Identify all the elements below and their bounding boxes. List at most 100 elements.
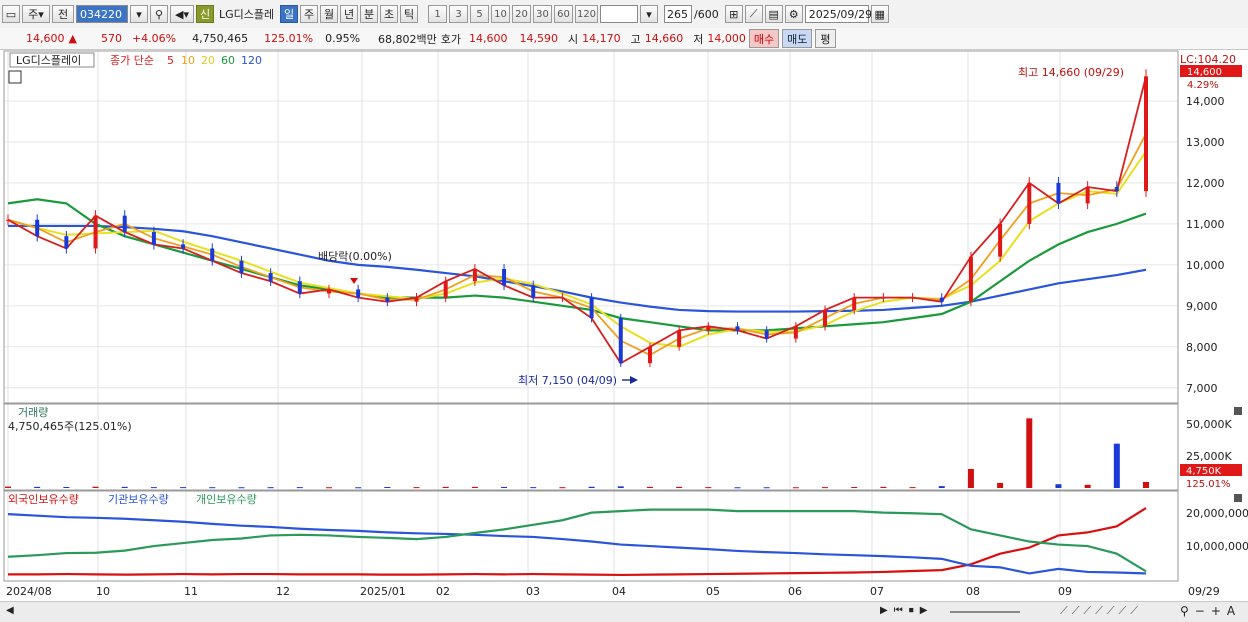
period-week-button[interactable]: 주 (300, 5, 318, 23)
open-price: 14,170 (582, 32, 621, 45)
drawing-tools-icons[interactable]: ⟋⟋⟋⟋⟋⟋⟋ (1060, 604, 1142, 618)
new-listing-badge[interactable]: 신 (196, 5, 214, 23)
minute-60-button[interactable]: 60 (554, 5, 573, 23)
candle-body (735, 326, 740, 331)
minute-1-button[interactable]: 1 (428, 5, 447, 23)
candle-body (852, 297, 857, 310)
holdings-tick-20m: 20,000,000 (1186, 507, 1248, 520)
data-count-input[interactable]: 265 (664, 5, 692, 23)
candle-body (122, 215, 127, 233)
minute-20-button[interactable]: 20 (512, 5, 531, 23)
search-icon[interactable]: ⚲ (150, 5, 168, 23)
zoom-slider[interactable] (950, 611, 1020, 613)
volume-bar (909, 487, 916, 489)
sell-button[interactable]: 매도 (782, 29, 813, 48)
code-dropdown-icon[interactable]: ▾ (130, 5, 148, 23)
candle-body (647, 346, 652, 364)
volume-bar (501, 486, 508, 488)
period-minute-button[interactable]: 분 (360, 5, 378, 23)
ask-label: 호가 (440, 32, 462, 46)
candle-body (1056, 182, 1061, 204)
x-tick-label: 12 (276, 585, 290, 598)
volume-bar (63, 486, 70, 488)
legend-stock-name: LG디스플레이 (16, 54, 81, 67)
table-icon[interactable] (8, 70, 22, 84)
gear-icon[interactable]: ⚙ (784, 5, 803, 23)
volume-bar (676, 486, 683, 488)
market-type-button[interactable]: 전 (52, 5, 74, 23)
candle-body (414, 297, 419, 302)
volume-bar (471, 486, 478, 488)
sound-icon[interactable]: ◀▾ (170, 5, 194, 23)
custom-period-input[interactable] (600, 5, 638, 23)
x-tick-label-last: 09/29 (1188, 585, 1220, 598)
window-menu-icon[interactable]: ▭ (2, 5, 20, 23)
volume-bar (209, 487, 216, 489)
scroll-left-icon[interactable]: ◀ (6, 605, 14, 616)
candle-body (502, 268, 507, 286)
period-month-button[interactable]: 월 (320, 5, 338, 23)
volume-bar (997, 482, 1004, 488)
date-input[interactable]: 2025/09/29 (804, 5, 872, 23)
minute-30-button[interactable]: 30 (533, 5, 552, 23)
custom-period-dropdown-icon[interactable]: ▾ (640, 5, 658, 23)
x-tick-label: 11 (184, 585, 198, 598)
candle-body (326, 289, 331, 294)
price-tick-label: 14,000 (1186, 95, 1225, 108)
calendar-icon[interactable]: ▦ (870, 5, 889, 23)
candle-body (706, 326, 711, 331)
candle-body (210, 248, 215, 261)
volume-bar (617, 486, 624, 488)
price-tick-label: 11,000 (1186, 218, 1225, 231)
minute-120-button[interactable]: 120 (575, 5, 598, 23)
volume-panel-close-icon[interactable] (1234, 407, 1242, 415)
candle-body (1144, 76, 1148, 192)
save-icon[interactable]: ▤ (764, 5, 783, 23)
volume-bar (646, 486, 653, 488)
period-day-button[interactable]: 일 (280, 5, 298, 23)
holdings-lines (7, 507, 1147, 577)
x-tick-label: 07 (870, 585, 884, 598)
zoom-tools-icons[interactable]: ⚲−+A (1180, 604, 1241, 618)
volume-bars (5, 418, 1149, 489)
buy-button[interactable]: 매수 (748, 29, 780, 48)
holdings-tick-10m: 10,000,000 (1186, 540, 1248, 553)
x-tick-label: 09 (1058, 585, 1072, 598)
volume-bar (150, 487, 157, 489)
playback-controls[interactable]: ▶⏮⏹▶ (880, 605, 933, 616)
volume-last-pct: 125.01% (1186, 479, 1231, 490)
period-tick-button[interactable]: 틱 (400, 5, 418, 23)
stock-code-input[interactable]: 034220 (76, 5, 128, 23)
ma10-line (7, 133, 1147, 356)
stock-chart[interactable]: 14,000 13,000 12,000 11,000 10,000 9,000 8,000… (0, 50, 1248, 601)
top-toolbar: ▭ 주 ▾ 전 034220 ▾ ⚲ ◀▾ 신 LG디스플레 일 주 월 년 분 … (0, 0, 1248, 29)
minute-3-button[interactable]: 3 (449, 5, 468, 23)
price-change: 570 (100, 32, 122, 45)
period-second-button[interactable]: 초 (380, 5, 398, 23)
x-tick-label: 03 (526, 585, 540, 598)
trade-amount: 68,802백만 (378, 32, 437, 46)
volume-bar (822, 487, 829, 489)
price-tick-label: 12,000 (1186, 177, 1225, 190)
average-button[interactable]: 평 (815, 29, 836, 48)
price-tick-label: 8,000 (1186, 341, 1218, 354)
crosshair-icon[interactable]: ⟋ (744, 5, 763, 23)
candle-body (385, 297, 390, 302)
bottom-scrollbar[interactable]: ◀ ▶⏮⏹▶ ⟋⟋⟋⟋⟋⟋⟋ ⚲−+A (0, 601, 1248, 622)
x-tick-label: 10 (96, 585, 110, 598)
legend-ma10: 10 (181, 54, 195, 67)
minute-10-button[interactable]: 10 (491, 5, 510, 23)
candle-body (297, 281, 302, 294)
period-year-button[interactable]: 년 (340, 5, 358, 23)
holdings-panel-close-icon[interactable] (1234, 494, 1242, 502)
volume-bar (1055, 484, 1062, 488)
volume: 4,750,465 (192, 32, 249, 45)
volume-bar (792, 487, 799, 489)
minute-5-button[interactable]: 5 (470, 5, 489, 23)
candles (6, 69, 1148, 367)
low-price: 14,000 (707, 32, 746, 45)
candle-type-icon[interactable]: ⊞ (724, 5, 743, 23)
market-mode-select[interactable]: 주 ▾ (22, 5, 50, 23)
volume-bar (967, 469, 974, 488)
price-tick-label: 10,000 (1186, 259, 1225, 272)
